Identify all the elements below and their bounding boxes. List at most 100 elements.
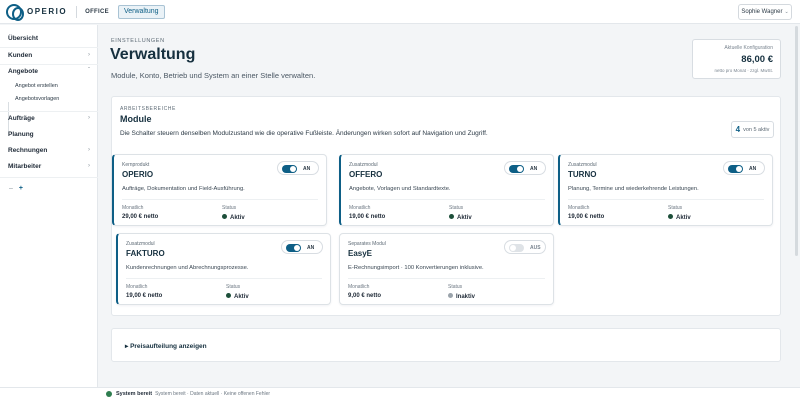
page-title: Verwaltung bbox=[110, 46, 196, 63]
operio-logo-icon bbox=[6, 3, 24, 21]
brand-logo[interactable]: OPERIO bbox=[6, 3, 68, 21]
status-bar: System bereit System bereit · Daten aktu… bbox=[0, 387, 800, 400]
toggle-label: AN bbox=[530, 166, 538, 172]
module-card-easye: Separates Modul EasyE AUS E-Rechnungsimp… bbox=[339, 233, 554, 305]
module-status-text: Aktiv bbox=[234, 294, 249, 300]
active-count-text: von 5 aktiv bbox=[743, 126, 770, 133]
module-type: Zusatzmodul bbox=[126, 241, 155, 247]
status-label: Status bbox=[226, 284, 241, 290]
panel-eyebrow: ARBEITSBEREICHE bbox=[120, 106, 176, 112]
sidebar-divider bbox=[0, 47, 98, 48]
module-status: Inaktiv bbox=[448, 293, 475, 300]
page-subtitle: Module, Konto, Betrieb und System an ein… bbox=[111, 71, 316, 80]
price-breakdown-toggle[interactable]: ▸ Preisaufteilung anzeigen bbox=[125, 342, 207, 350]
sidebar-item-label: Angebote bbox=[8, 68, 38, 75]
sidebar-item-angebote[interactable]: Angebote ˆ bbox=[8, 68, 90, 75]
scrollbar[interactable] bbox=[795, 26, 798, 256]
toggle-switch[interactable] bbox=[286, 244, 301, 252]
module-type: Zusatzmodul bbox=[568, 162, 597, 168]
plus-icon[interactable]: + bbox=[19, 185, 23, 192]
module-price: 19,00 € netto bbox=[568, 214, 605, 220]
status-dot-icon bbox=[449, 214, 454, 219]
toggle-switch[interactable] bbox=[728, 165, 743, 173]
toggle-switch[interactable] bbox=[282, 165, 297, 173]
sidebar-subitem-angebot-erstellen[interactable]: Angebot erstellen bbox=[15, 83, 58, 89]
module-card-fakturo: Zusatzmodul FAKTURO AN Kundenrechnungen … bbox=[116, 233, 331, 305]
module-toggle[interactable]: AN bbox=[277, 161, 319, 175]
modules-panel: ARBEITSBEREICHE Module Die Schalter steu… bbox=[111, 96, 781, 316]
status-dot-icon bbox=[226, 293, 231, 298]
sidebar-item-mitarbeiter[interactable]: Mitarbeiter › bbox=[8, 163, 90, 170]
status-main: System bereit bbox=[116, 391, 153, 397]
active-count-badge: 4 von 5 aktiv bbox=[731, 121, 774, 138]
toggle-label: AUS bbox=[530, 245, 541, 251]
sidebar-item-label: Rechnungen bbox=[8, 147, 48, 154]
minus-icon[interactable]: – bbox=[9, 185, 13, 192]
sidebar-divider bbox=[0, 111, 98, 112]
chevron-right-icon: › bbox=[88, 147, 90, 153]
brand-name: OPERIO bbox=[27, 7, 68, 16]
sidebar-item-label: Mitarbeiter bbox=[8, 163, 42, 170]
monthly-label: Monatlich bbox=[348, 284, 370, 290]
sidebar-item-planung[interactable]: Planung bbox=[8, 131, 90, 138]
card-divider bbox=[348, 278, 545, 279]
topbar-divider bbox=[76, 5, 78, 18]
status-label: Status bbox=[222, 205, 237, 211]
sidebar-item-kunden[interactable]: Kunden › bbox=[8, 52, 90, 59]
sidebar-item-uebersicht[interactable]: Übersicht bbox=[8, 35, 90, 42]
module-description: Angebote, Vorlagen und Standardtexte. bbox=[349, 186, 451, 192]
chevron-up-icon: ˆ bbox=[88, 68, 90, 74]
module-toggle[interactable]: AN bbox=[723, 161, 765, 175]
sidebar-subitem-angebotsvorlagen[interactable]: Angebotsvorlagen bbox=[15, 96, 59, 102]
toggle-label: AN bbox=[749, 166, 757, 172]
tab-verwaltung[interactable]: Verwaltung bbox=[117, 4, 165, 19]
module-toggle[interactable]: AN bbox=[281, 240, 323, 254]
monthly-label: Monatlich bbox=[126, 284, 148, 290]
status-label: Status bbox=[449, 205, 464, 211]
current-config-card: Aktuelle Konfiguration 86,00 € netto pro… bbox=[692, 39, 781, 79]
module-price: 19,00 € netto bbox=[126, 293, 163, 299]
sidebar-item-label: Aufträge bbox=[8, 115, 35, 122]
module-card-operio: Kernprodukt OPERIO AN Aufträge, Dokument… bbox=[112, 154, 327, 226]
user-menu-button[interactable]: Sophie Wagner ⌄ bbox=[738, 4, 792, 20]
module-card-turno: Zusatzmodul TURNO AN Planung, Termine un… bbox=[558, 154, 773, 226]
module-type: Kernprodukt bbox=[122, 162, 150, 168]
section-label: OFFICE bbox=[85, 8, 109, 15]
module-toggle[interactable]: AN bbox=[504, 161, 546, 175]
config-note: netto pro Monat · zzgl. MwSt. bbox=[714, 68, 773, 73]
toggle-knob bbox=[294, 245, 300, 251]
sidebar: Übersicht Kunden › Angebote ˆ Angebot er… bbox=[0, 25, 98, 387]
module-name: OPERIO bbox=[122, 170, 154, 179]
module-type: Zusatzmodul bbox=[349, 162, 378, 168]
module-status: Aktiv bbox=[226, 293, 249, 300]
monthly-label: Monatlich bbox=[568, 205, 590, 211]
module-price: 9,00 € netto bbox=[348, 293, 382, 299]
module-status-text: Aktiv bbox=[230, 215, 245, 221]
module-toggle[interactable]: AUS bbox=[504, 240, 546, 254]
sidebar-item-label: Planung bbox=[8, 131, 34, 138]
chevron-down-icon: ⌄ bbox=[784, 9, 789, 15]
sidebar-collapse-controls[interactable]: – + bbox=[9, 185, 23, 192]
toggle-knob bbox=[510, 245, 516, 251]
module-description: E-Rechnungsimport · 100 Konvertierungen … bbox=[348, 265, 484, 271]
toggle-switch[interactable] bbox=[509, 244, 524, 252]
module-name: OFFERO bbox=[349, 170, 383, 179]
toggle-knob bbox=[736, 166, 742, 172]
status-detail: System bereit · Daten aktuell · Keine of… bbox=[155, 391, 271, 397]
toggle-switch[interactable] bbox=[509, 165, 524, 173]
module-status-text: Aktiv bbox=[676, 215, 691, 221]
status-label: Status bbox=[668, 205, 683, 211]
module-card-offero: Zusatzmodul OFFERO AN Angebote, Vorlagen… bbox=[339, 154, 554, 226]
module-name: TURNO bbox=[568, 170, 597, 179]
card-divider bbox=[122, 199, 318, 200]
card-divider bbox=[126, 278, 322, 279]
module-name: FAKTURO bbox=[126, 249, 165, 258]
monthly-label: Monatlich bbox=[349, 205, 371, 211]
toggle-label: AN bbox=[303, 166, 311, 172]
sidebar-item-rechnungen[interactable]: Rechnungen › bbox=[8, 147, 90, 154]
active-count: 4 bbox=[735, 125, 741, 134]
sidebar-item-auftraege[interactable]: Aufträge › bbox=[8, 115, 90, 122]
top-bar: OPERIO OFFICE Verwaltung Sophie Wagner ⌄ bbox=[0, 0, 800, 24]
module-price: 29,00 € netto bbox=[122, 214, 159, 220]
module-status-text: Aktiv bbox=[457, 215, 472, 221]
